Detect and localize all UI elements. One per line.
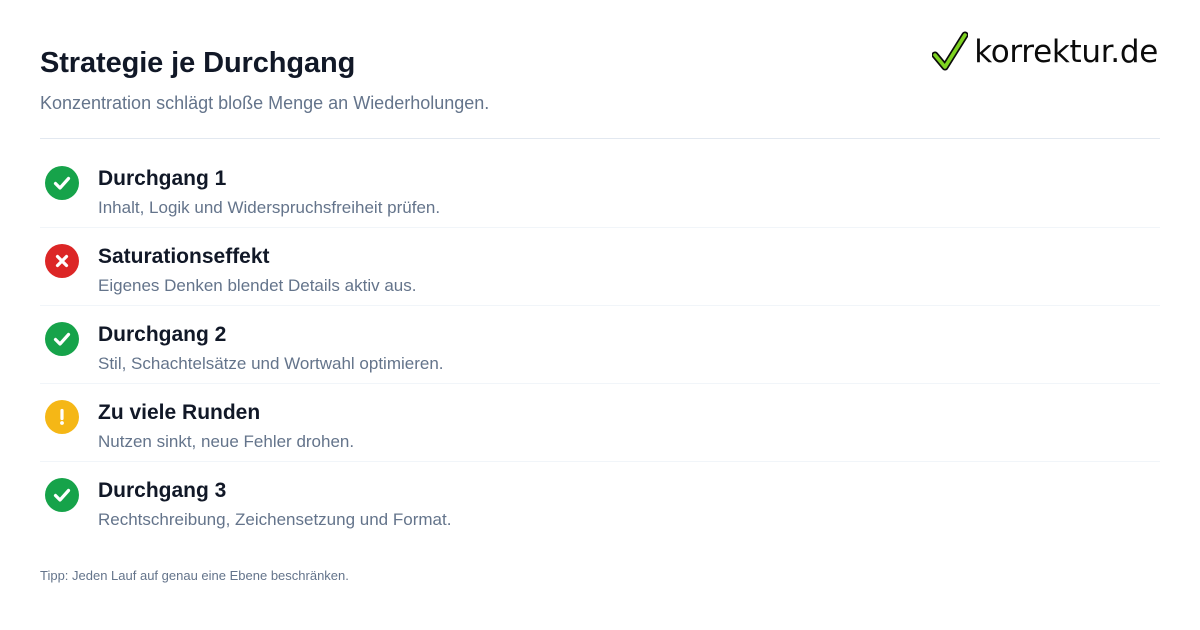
item-description: Stil, Schachtelsätze und Wortwahl optimi… (98, 354, 444, 373)
brand-logo[interactable]: korrektur.de (932, 30, 1158, 74)
item-title: Durchgang 3 (98, 479, 227, 502)
item-title: Saturationseffekt (98, 245, 270, 268)
x-circle-icon (45, 244, 79, 278)
page-subtitle: Konzentration schlägt bloße Menge an Wie… (40, 93, 490, 113)
list-item: Durchgang 3 Rechtschreibung, Zeichensetz… (40, 462, 1160, 540)
header-divider (40, 138, 1160, 139)
exclamation-circle-icon (45, 400, 79, 434)
check-circle-icon (45, 166, 79, 200)
checkmark-icon (932, 31, 969, 71)
item-title: Durchgang 2 (98, 323, 227, 346)
list-item: Zu viele Runden Nutzen sinkt, neue Fehle… (40, 384, 1160, 462)
footer-tip: Tipp: Jeden Lauf auf genau eine Ebene be… (40, 568, 349, 583)
item-description: Inhalt, Logik und Widerspruchsfreiheit p… (98, 198, 441, 217)
logo-text: korrektur.de (974, 34, 1158, 70)
item-description: Nutzen sinkt, neue Fehler drohen. (98, 432, 355, 451)
item-description: Eigenes Denken blendet Details aktiv aus… (98, 276, 417, 295)
strategy-list: Durchgang 1 Inhalt, Logik und Widerspruc… (40, 150, 1160, 540)
item-title: Zu viele Runden (98, 401, 261, 424)
check-circle-icon (45, 478, 79, 512)
list-item: Durchgang 2 Stil, Schachtelsätze und Wor… (40, 306, 1160, 384)
list-item: Durchgang 1 Inhalt, Logik und Widerspruc… (40, 150, 1160, 228)
list-item: Saturationseffekt Eigenes Denken blendet… (40, 228, 1160, 306)
item-title: Durchgang 1 (98, 167, 227, 190)
check-circle-icon (45, 322, 79, 356)
item-description: Rechtschreibung, Zeichensetzung und Form… (98, 510, 452, 529)
